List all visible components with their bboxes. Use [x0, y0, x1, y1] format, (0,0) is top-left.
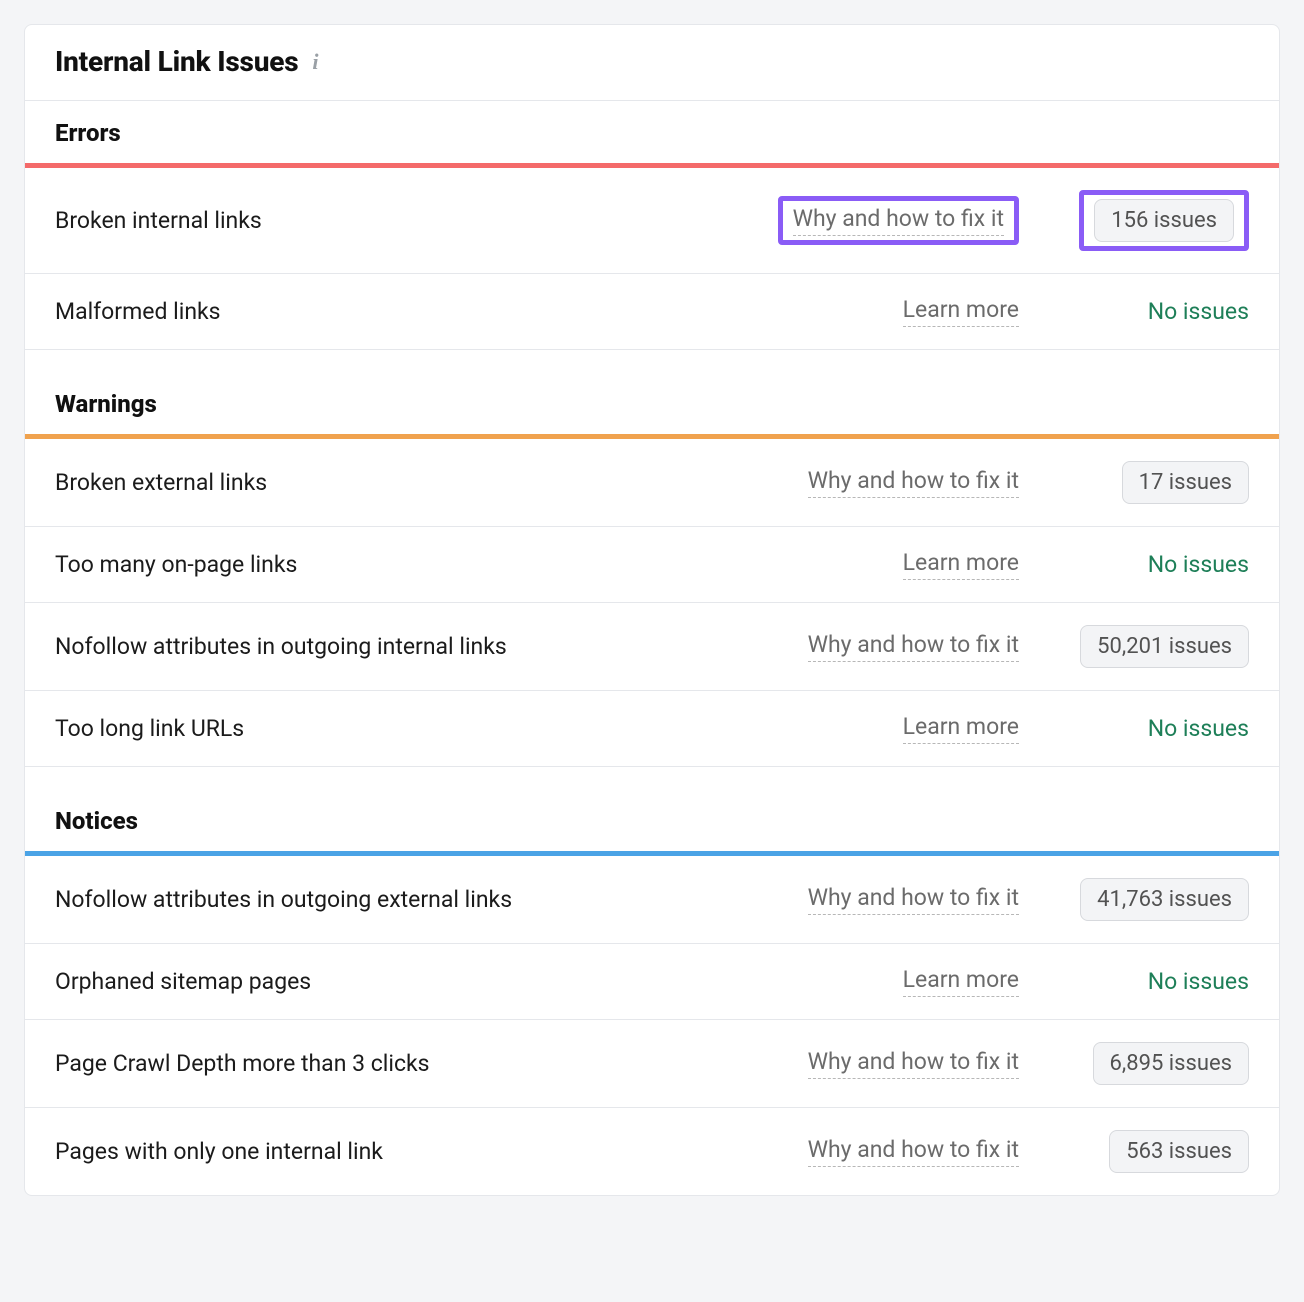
issue-name: Broken internal links	[55, 205, 778, 236]
learn-more-link[interactable]: Learn more	[903, 296, 1019, 327]
issue-row: Too long link URLs Learn more No issues	[25, 691, 1279, 767]
section-header-errors: Errors	[25, 101, 1279, 163]
section-header-warnings: Warnings	[25, 350, 1279, 434]
no-issues-label: No issues	[1148, 968, 1249, 995]
issue-row: Pages with only one internal link Why an…	[25, 1108, 1279, 1195]
issue-name: Broken external links	[55, 467, 808, 498]
issue-row: Page Crawl Depth more than 3 clicks Why …	[25, 1020, 1279, 1108]
info-icon[interactable]: i	[312, 51, 318, 73]
no-issues-label: No issues	[1148, 715, 1249, 742]
panel-title: Internal Link Issues	[55, 45, 298, 78]
why-how-link[interactable]: Why and how to fix it	[808, 1136, 1019, 1167]
issue-name: Pages with only one internal link	[55, 1136, 808, 1167]
highlight-box: Why and how to fix it	[778, 196, 1019, 245]
section-header-notices: Notices	[25, 767, 1279, 851]
issues-count-button[interactable]: 17 issues	[1122, 461, 1249, 504]
why-how-link[interactable]: Why and how to fix it	[808, 467, 1019, 498]
internal-link-issues-panel: Internal Link Issues i Errors Broken int…	[24, 24, 1280, 1196]
why-how-link[interactable]: Why and how to fix it	[808, 631, 1019, 662]
issue-row: Orphaned sitemap pages Learn more No iss…	[25, 944, 1279, 1020]
learn-more-link[interactable]: Learn more	[903, 549, 1019, 580]
issue-row: Broken internal links Why and how to fix…	[25, 168, 1279, 274]
learn-more-link[interactable]: Learn more	[903, 713, 1019, 744]
issue-name: Nofollow attributes in outgoing external…	[55, 884, 808, 915]
issue-row: Nofollow attributes in outgoing internal…	[25, 603, 1279, 691]
learn-more-link[interactable]: Learn more	[903, 966, 1019, 997]
issue-name: Page Crawl Depth more than 3 clicks	[55, 1048, 808, 1079]
issues-count-button[interactable]: 563 issues	[1109, 1130, 1249, 1173]
issue-row: Too many on-page links Learn more No iss…	[25, 527, 1279, 603]
issues-count-button[interactable]: 41,763 issues	[1080, 878, 1249, 921]
issue-name: Malformed links	[55, 296, 903, 327]
highlight-box: 156 issues	[1079, 190, 1249, 251]
issues-count-button[interactable]: 50,201 issues	[1080, 625, 1249, 668]
issues-count-button[interactable]: 156 issues	[1094, 199, 1234, 242]
no-issues-label: No issues	[1148, 298, 1249, 325]
issue-name: Nofollow attributes in outgoing internal…	[55, 631, 808, 662]
issue-row: Broken external links Why and how to fix…	[25, 439, 1279, 527]
why-how-link[interactable]: Why and how to fix it	[808, 884, 1019, 915]
issue-name: Orphaned sitemap pages	[55, 966, 903, 997]
issues-count-button[interactable]: 6,895 issues	[1093, 1042, 1249, 1085]
issue-row: Nofollow attributes in outgoing external…	[25, 856, 1279, 944]
no-issues-label: No issues	[1148, 551, 1249, 578]
issue-name: Too long link URLs	[55, 713, 903, 744]
why-how-link[interactable]: Why and how to fix it	[793, 205, 1004, 236]
panel-header: Internal Link Issues i	[25, 25, 1279, 101]
issue-row: Malformed links Learn more No issues	[25, 274, 1279, 350]
issue-name: Too many on-page links	[55, 549, 903, 580]
why-how-link[interactable]: Why and how to fix it	[808, 1048, 1019, 1079]
